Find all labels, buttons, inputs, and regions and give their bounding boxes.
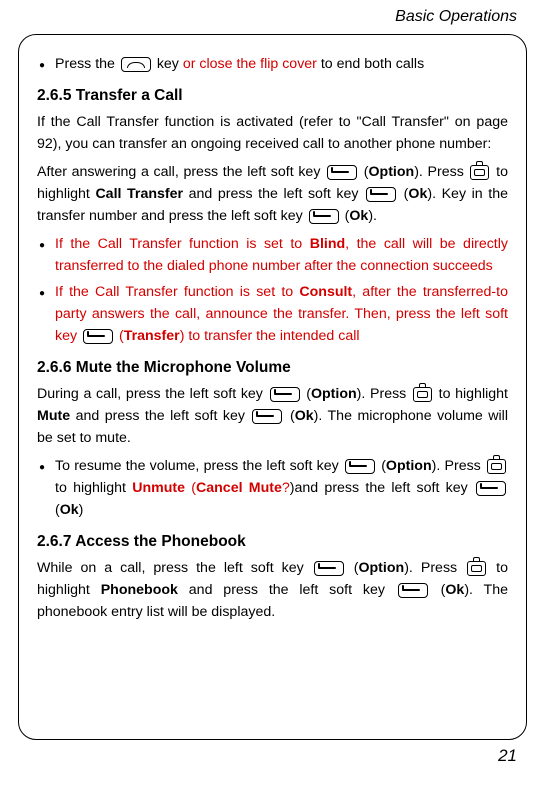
t: Option bbox=[358, 560, 404, 576]
t: and press the left soft key bbox=[178, 582, 396, 598]
bullet-icon: ● bbox=[37, 455, 55, 476]
t: Option bbox=[311, 386, 357, 402]
t: ( bbox=[398, 186, 408, 202]
t: to highlight bbox=[55, 480, 132, 496]
end-call-key-icon bbox=[121, 57, 151, 72]
text: Press the bbox=[55, 56, 119, 72]
t: Ok bbox=[295, 408, 314, 424]
left-softkey-icon bbox=[270, 387, 300, 402]
bullet-text: Press the key or close the flip cover to… bbox=[55, 53, 508, 75]
t: Ok bbox=[60, 502, 79, 518]
text-red: or close the flip cover bbox=[183, 56, 317, 72]
t: During a call, press the left soft key bbox=[37, 386, 268, 402]
t: ). Press bbox=[357, 386, 411, 402]
para: If the Call Transfer function is activat… bbox=[37, 111, 508, 155]
left-softkey-icon bbox=[309, 209, 339, 224]
bullet-unmute: ● To resume the volume, press the left s… bbox=[37, 455, 508, 521]
bullet-text: If the Call Transfer function is set to … bbox=[55, 233, 508, 277]
page-header: Basic Operations bbox=[0, 0, 545, 30]
t: ( bbox=[377, 458, 386, 474]
para: After answering a call, press the left s… bbox=[37, 161, 508, 227]
heading-266: 2.6.6 Mute the Microphone Volume bbox=[37, 359, 508, 377]
t: and press the left soft key bbox=[70, 408, 250, 424]
left-softkey-icon bbox=[476, 481, 506, 496]
t: )and press the left soft key bbox=[290, 480, 474, 496]
t: Option bbox=[386, 458, 432, 474]
heading-265: 2.6.5 Transfer a Call bbox=[37, 87, 508, 105]
t: ( bbox=[430, 582, 446, 598]
bullet-text: To resume the volume, press the left sof… bbox=[55, 455, 508, 521]
para: While on a call, press the left soft key… bbox=[37, 557, 508, 623]
nav-key-icon bbox=[413, 387, 432, 402]
t: Ok bbox=[408, 186, 427, 202]
t: to highlight bbox=[434, 386, 508, 402]
bullet-icon: ● bbox=[37, 233, 55, 254]
left-softkey-icon bbox=[314, 561, 344, 576]
t: ( bbox=[346, 560, 359, 576]
t: ( bbox=[115, 328, 124, 344]
bullet-icon: ● bbox=[37, 281, 55, 302]
t: ( bbox=[185, 480, 196, 496]
page-number: 21 bbox=[0, 740, 545, 766]
bullet-text: If the Call Transfer function is set to … bbox=[55, 281, 508, 347]
left-softkey-icon bbox=[398, 583, 428, 598]
t: and press the left soft key bbox=[183, 186, 364, 202]
left-softkey-icon bbox=[345, 459, 375, 474]
nav-key-icon bbox=[487, 459, 506, 474]
t: Option bbox=[369, 164, 415, 180]
nav-key-icon bbox=[467, 561, 486, 576]
t: ) to transfer the intended call bbox=[180, 328, 360, 344]
left-softkey-icon bbox=[83, 329, 113, 344]
t: ). bbox=[368, 208, 377, 224]
t: Ok bbox=[349, 208, 368, 224]
t: ( bbox=[284, 408, 294, 424]
t: Transfer bbox=[124, 328, 180, 344]
t: ( bbox=[302, 386, 311, 402]
t: Mute bbox=[37, 408, 70, 424]
bullet-icon: ● bbox=[37, 53, 55, 74]
t: Unmute bbox=[132, 480, 185, 496]
para: During a call, press the left soft key (… bbox=[37, 383, 508, 449]
t: ). Press bbox=[414, 164, 468, 180]
bullet-end-call: ● Press the key or close the flip cover … bbox=[37, 53, 508, 75]
bullet-consult: ● If the Call Transfer function is set t… bbox=[37, 281, 508, 347]
t: Blind bbox=[310, 236, 345, 252]
t: ) bbox=[79, 502, 84, 518]
t: ). Press bbox=[404, 560, 465, 576]
t: After answering a call, press the left s… bbox=[37, 164, 325, 180]
text: to end both calls bbox=[317, 56, 424, 72]
left-softkey-icon bbox=[366, 187, 396, 202]
t: Cancel Mute bbox=[196, 480, 282, 496]
t: Ok bbox=[445, 582, 464, 598]
t: Call Transfer bbox=[95, 186, 183, 202]
left-softkey-icon bbox=[252, 409, 282, 424]
left-softkey-icon bbox=[327, 165, 357, 180]
t: While on a call, press the left soft key bbox=[37, 560, 312, 576]
t: If the Call Transfer function is set to bbox=[55, 236, 310, 252]
t: To resume the volume, press the left sof… bbox=[55, 458, 343, 474]
t: ( bbox=[359, 164, 368, 180]
content-frame: ● Press the key or close the flip cover … bbox=[18, 34, 527, 740]
nav-key-icon bbox=[470, 165, 489, 180]
t: ). Press bbox=[432, 458, 485, 474]
t: Phonebook bbox=[101, 582, 178, 598]
heading-267: 2.6.7 Access the Phonebook bbox=[37, 533, 508, 551]
t: ? bbox=[282, 480, 290, 496]
t: Consult bbox=[299, 284, 352, 300]
t: If the Call Transfer function is set to bbox=[55, 284, 299, 300]
bullet-blind: ● If the Call Transfer function is set t… bbox=[37, 233, 508, 277]
